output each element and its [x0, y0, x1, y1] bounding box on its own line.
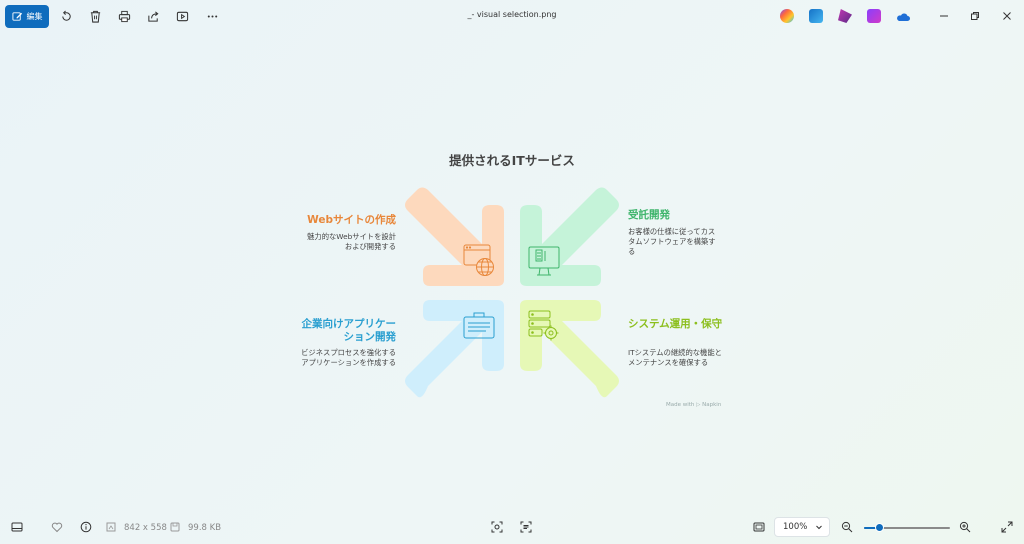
filesize-icon	[168, 520, 182, 534]
label-web-desc: 魅力的なWebサイトを設計および開発する	[307, 232, 396, 251]
paint-icon[interactable]	[809, 9, 823, 23]
label-enterprise-desc: ビジネスプロセスを強化するアプリケーションを作成する	[301, 348, 396, 367]
close-button[interactable]	[1000, 9, 1014, 23]
dimensions-icon	[104, 520, 118, 534]
filmstrip-icon[interactable]	[10, 520, 24, 534]
arrow-operations	[520, 300, 619, 398]
minimize-button[interactable]	[937, 9, 951, 23]
arrow-contract	[520, 187, 619, 286]
chevron-down-icon	[816, 525, 822, 530]
image-dimensions: 842 x 558	[124, 523, 167, 533]
label-contract-title: 受託開発	[628, 209, 670, 221]
fit-to-window-icon[interactable]	[752, 520, 766, 534]
restore-button[interactable]	[968, 9, 982, 23]
top-toolbar: 編集 _- visual selection.png	[0, 0, 1024, 34]
napkin-watermark: Made with ▷ Napkin	[666, 402, 722, 408]
visual-search-icon[interactable]	[490, 520, 504, 534]
zoom-out-icon[interactable]	[840, 520, 854, 534]
favorite-icon[interactable]	[50, 520, 64, 534]
photos-app-window: 編集 _- visual selection.png 提供されるITサービス W…	[0, 0, 1024, 544]
arrow-enterprise	[405, 300, 504, 398]
copilot-icon[interactable]	[780, 9, 794, 23]
image-canvas: 提供されるITサービス Webサイトの作成 魅力的なWebサイトを設計および開発…	[0, 34, 1024, 510]
label-operations-title: システム運用・保守	[628, 318, 723, 330]
info-icon[interactable]	[79, 520, 93, 534]
zoom-slider-thumb[interactable]	[874, 523, 884, 532]
arrow-web	[405, 187, 504, 286]
fullscreen-icon[interactable]	[1000, 520, 1014, 534]
file-size: 99.8 KB	[188, 523, 222, 533]
onedrive-icon[interactable]	[896, 9, 910, 23]
zoom-in-icon[interactable]	[958, 520, 972, 534]
label-operations-desc: ITシステムの継続的な機能とメンテナンスを確保する	[628, 348, 722, 367]
label-web-title: Webサイトの作成	[307, 214, 396, 226]
arrows-diagram	[405, 187, 619, 398]
clipchamp-icon[interactable]	[867, 9, 881, 23]
zoom-select[interactable]: 100%	[774, 517, 830, 537]
label-contract-desc: お客様の仕様に従ってカスタムソフトウェアを構築する	[628, 227, 716, 256]
text-extract-icon[interactable]	[519, 520, 533, 534]
zoom-value: 100%	[783, 522, 808, 532]
label-enterprise-title: 企業向けアプリケーション開発	[301, 318, 397, 343]
